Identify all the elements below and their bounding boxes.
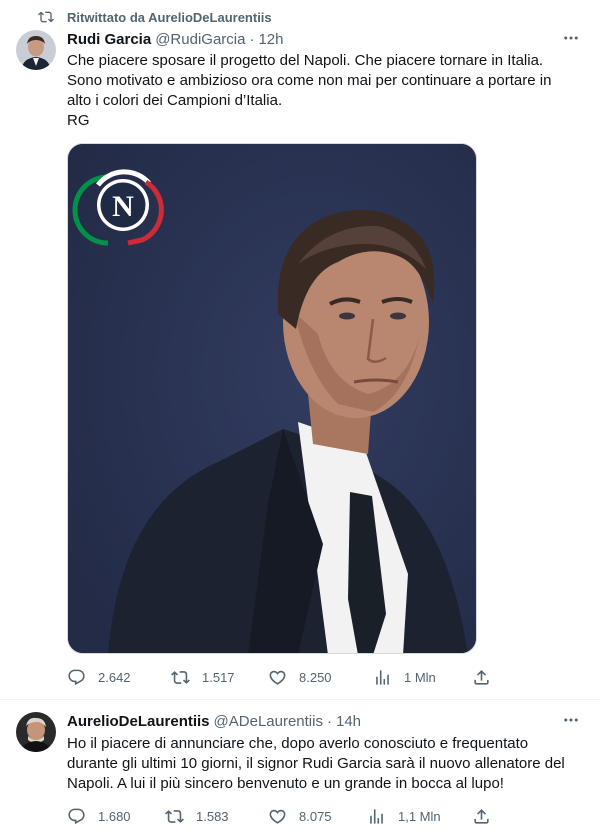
like-button[interactable]: 8.075	[268, 806, 332, 826]
timestamp[interactable]: 12h	[258, 31, 283, 48]
retweet-label[interactable]: Ritwittato da AurelioDeLaurentiis	[67, 10, 272, 25]
share-icon	[472, 807, 491, 826]
author-handle[interactable]: @ADeLaurentiis	[214, 713, 323, 730]
views-icon	[373, 668, 392, 687]
reply-button[interactable]: 2.642	[67, 667, 131, 687]
like-icon	[268, 668, 287, 687]
reply-icon	[67, 668, 86, 687]
tweet-de-laurentiis[interactable]: AurelioDeLaurentiis @ADeLaurentiis · 14h…	[0, 700, 600, 838]
tweet-text-line: Napoli. A lui il più sincero benvenuto e…	[67, 775, 504, 792]
tweet-header: Rudi Garcia @RudiGarcia · 12h	[67, 31, 284, 51]
avatar-de-laurentiis[interactable]	[16, 712, 56, 752]
views-button[interactable]: 1,1 Mln	[367, 806, 441, 826]
like-count: 8.250	[299, 669, 332, 685]
retweet-button[interactable]: 1.583	[165, 806, 229, 826]
author-name[interactable]: Rudi Garcia	[67, 31, 151, 48]
reply-count: 1.680	[98, 808, 131, 824]
share-icon	[472, 668, 491, 687]
tweet-media-image[interactable]: N	[67, 143, 477, 654]
separator: ·	[249, 31, 255, 48]
share-button[interactable]	[472, 806, 491, 826]
tweet-text-line: Ho il piacere di annunciare che, dopo av…	[67, 735, 529, 752]
tweet-text-line: RG	[67, 112, 90, 129]
tweet-text-line: alto i colori dei Campioni d’Italia.	[67, 92, 283, 109]
like-icon	[268, 807, 287, 826]
author-name[interactable]: AurelioDeLaurentiis	[67, 713, 210, 730]
retweet-icon	[171, 668, 190, 687]
reply-count: 2.642	[98, 669, 131, 685]
tweet-header: AurelioDeLaurentiis @ADeLaurentiis · 14h	[67, 713, 361, 733]
reply-icon	[67, 807, 86, 826]
reply-button[interactable]: 1.680	[67, 806, 131, 826]
views-button[interactable]: 1 Mln	[373, 667, 436, 687]
retweet-icon	[165, 807, 184, 826]
share-button[interactable]	[472, 667, 491, 687]
retweet-count: 1.583	[196, 808, 229, 824]
tweet-text-line: Che piacere sposare il progetto del Napo…	[67, 52, 544, 69]
tweet-text-line: Sono motivato e ambizioso ora come non m…	[67, 72, 552, 89]
like-button[interactable]: 8.250	[268, 667, 332, 687]
author-handle[interactable]: @RudiGarcia	[155, 31, 245, 48]
tweet-rudi-garcia[interactable]: Ritwittato da AurelioDeLaurentiis Rudi G…	[0, 0, 600, 700]
more-options-button[interactable]	[562, 31, 580, 49]
timestamp[interactable]: 14h	[336, 713, 361, 730]
retweet-count: 1.517	[202, 669, 235, 685]
more-icon	[562, 29, 580, 52]
retweet-icon	[38, 9, 54, 25]
tweet-text: Ho il piacere di annunciare che, dopo av…	[67, 734, 587, 794]
tweet-text-line: durante gli ultimi 10 giorni, il signor …	[67, 755, 565, 772]
more-options-button[interactable]	[562, 713, 580, 731]
more-icon	[562, 711, 580, 734]
views-count: 1,1 Mln	[398, 808, 441, 824]
retweet-button[interactable]: 1.517	[171, 667, 235, 687]
tweet-text: Che piacere sposare il progetto del Napo…	[67, 51, 582, 131]
views-count: 1 Mln	[404, 669, 436, 685]
svg-text:N: N	[112, 190, 134, 223]
separator: ·	[326, 713, 332, 730]
views-icon	[367, 807, 386, 826]
avatar-rudi-garcia[interactable]	[16, 30, 56, 70]
like-count: 8.075	[299, 808, 332, 824]
